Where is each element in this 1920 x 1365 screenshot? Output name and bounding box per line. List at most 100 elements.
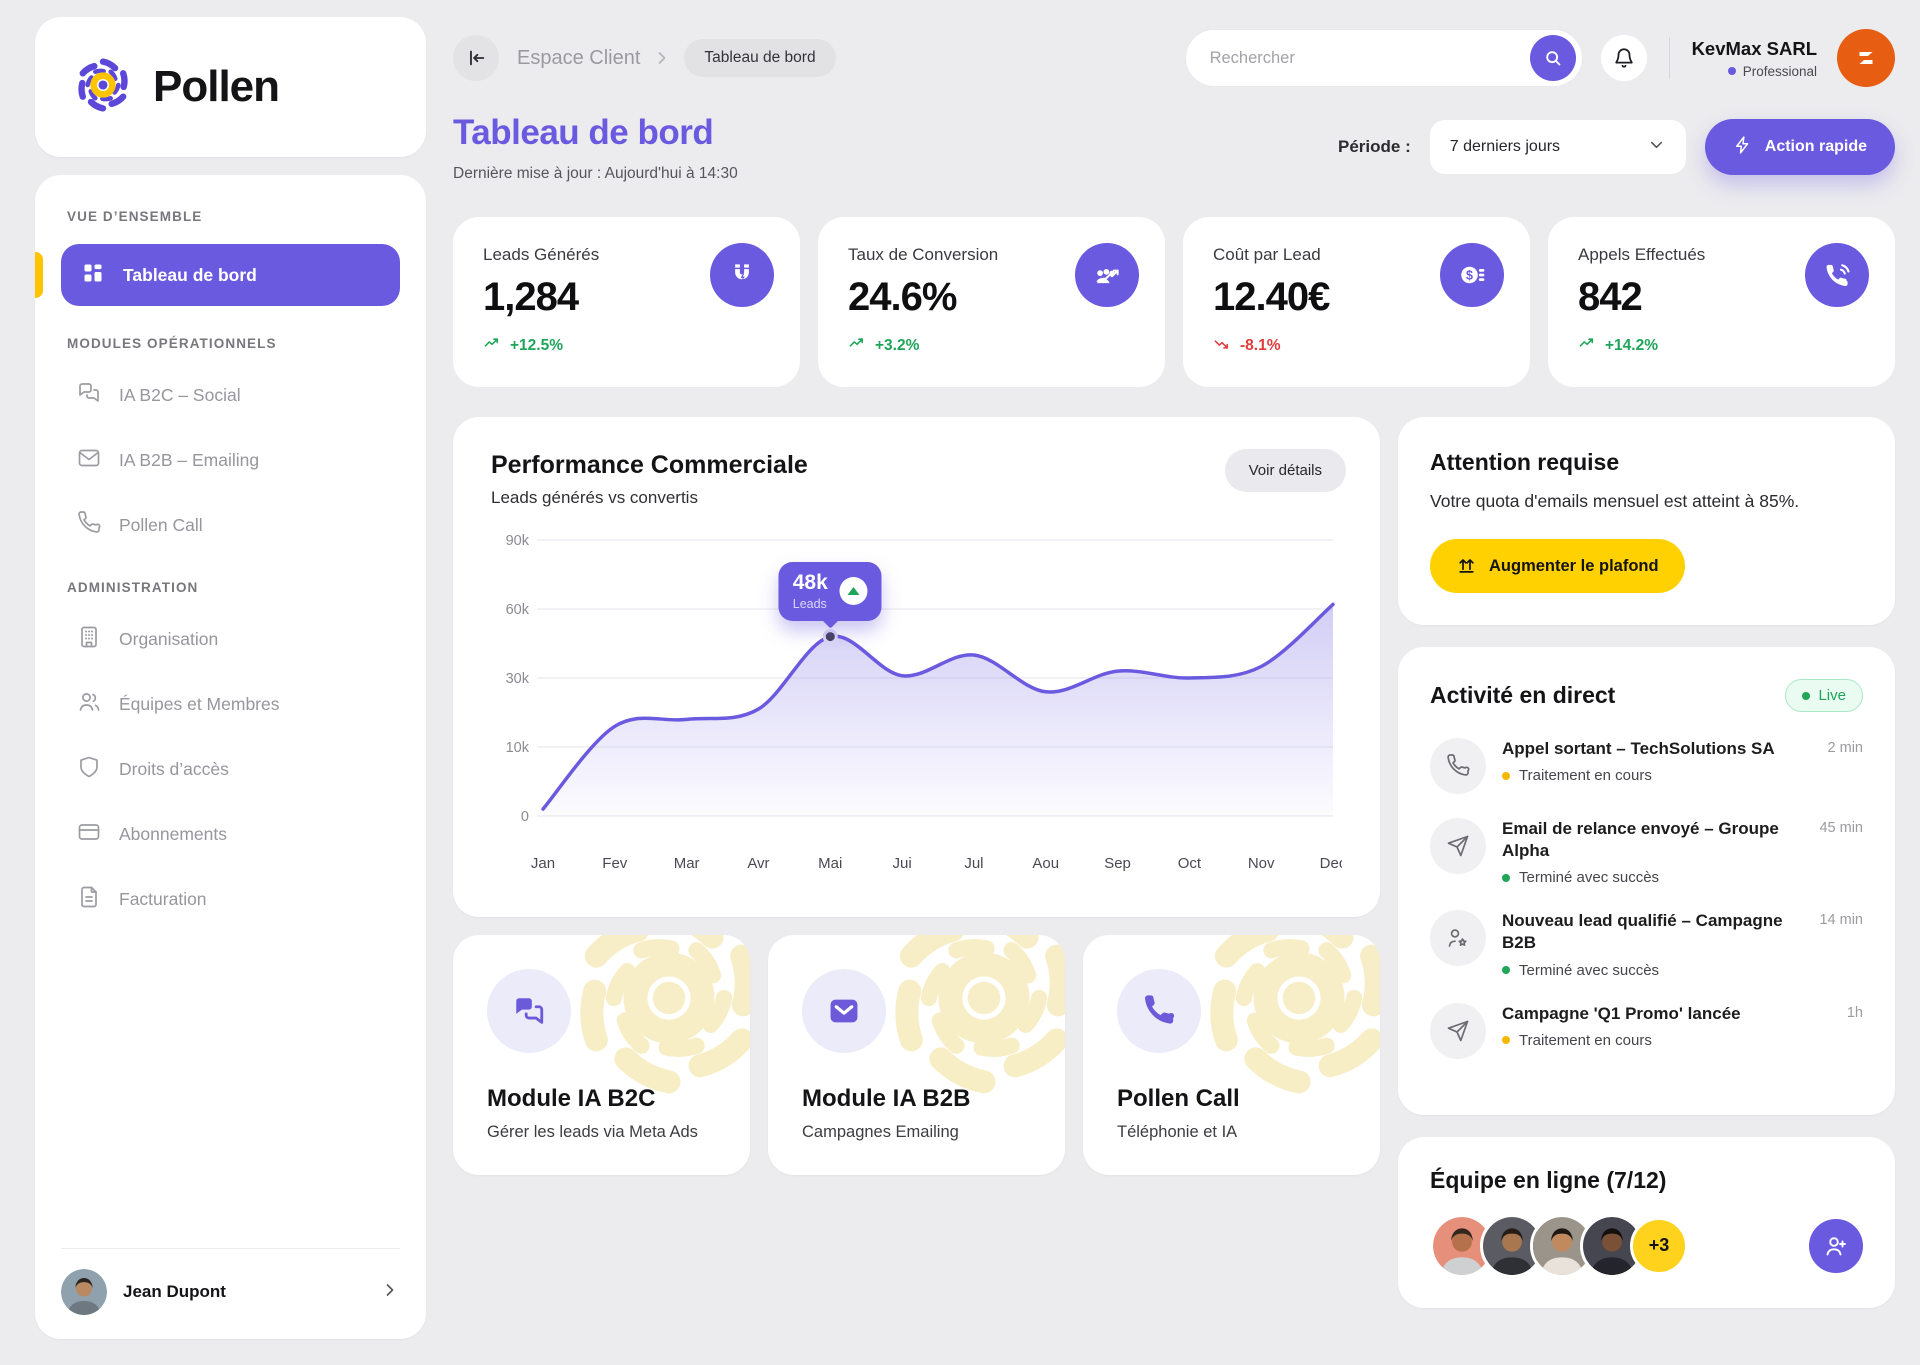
chat-icon xyxy=(487,969,571,1053)
sidebar-item-organisation[interactable]: Organisation xyxy=(61,615,400,664)
module-card-module-ia-b2b[interactable]: Module IA B2BCampagnes Emailing xyxy=(768,935,1065,1175)
breadcrumb-root[interactable]: Espace Client xyxy=(517,47,640,70)
kpi-card-appels-effectu-s: Appels Effectués842+14.2% xyxy=(1548,217,1895,387)
sidebar-item--quipes-et-membres[interactable]: Équipes et Membres xyxy=(61,680,400,729)
alert-message: Votre quota d'emails mensuel est atteint… xyxy=(1430,488,1860,515)
activity-list: Appel sortant – TechSolutions SA Traiteme… xyxy=(1430,738,1863,1058)
status-dot xyxy=(1502,772,1510,780)
module-title: Pollen Call xyxy=(1117,1085,1346,1113)
team-avatars xyxy=(1430,1214,1630,1278)
grid-icon xyxy=(81,261,105,290)
sidebar-item-facturation[interactable]: Facturation xyxy=(61,875,400,924)
trend-down-icon xyxy=(1213,334,1232,358)
sidebar-item-ia-b2b-emailing[interactable]: IA B2B – Emailing xyxy=(61,436,400,485)
trend-up-icon xyxy=(848,334,867,358)
sidebar-user-row[interactable]: Jean Dupont xyxy=(61,1248,400,1315)
raise-limit-button[interactable]: Augmenter le plafond xyxy=(1430,539,1685,593)
kpi-delta: +3.2% xyxy=(848,334,1135,358)
sidebar-item-label: Équipes et Membres xyxy=(119,694,280,715)
kpi-card-leads-g-n-r-s: Leads Générés1,284+12.5% xyxy=(453,217,800,387)
tooltip-label: Leads xyxy=(793,597,828,611)
sidebar-item-ia-b2c-social[interactable]: IA B2C – Social xyxy=(61,371,400,420)
svg-text:60k: 60k xyxy=(506,602,530,618)
module-subtitle: Téléphonie et IA xyxy=(1117,1123,1346,1142)
shield-icon xyxy=(77,755,101,784)
sidebar-item-droits-d-acc-s[interactable]: Droits d’accès xyxy=(61,745,400,794)
phone-icon xyxy=(1430,738,1486,794)
phone-icon xyxy=(77,511,101,540)
search-button[interactable] xyxy=(1530,35,1576,81)
status-dot xyxy=(1502,966,1510,974)
phone-wave-icon xyxy=(1805,243,1869,307)
module-subtitle: Campagnes Emailing xyxy=(802,1123,1031,1142)
add-member-button[interactable] xyxy=(1809,1219,1863,1273)
sidebar-item-tableau-de-bord[interactable]: Tableau de bord xyxy=(61,244,400,306)
sidebar-item-abonnements[interactable]: Abonnements xyxy=(61,810,400,859)
activity-item: Email de relance envoyé – Groupe AlphaTe… xyxy=(1430,818,1863,886)
status-dot xyxy=(1502,874,1510,882)
activity-item-time: 1h xyxy=(1847,1005,1863,1059)
sidebar-item-label: Pollen Call xyxy=(119,515,203,536)
pollen-flower-icon xyxy=(71,53,135,122)
nav-section-label: ADMINISTRATION xyxy=(67,580,394,595)
period-select[interactable]: 7 derniers jours xyxy=(1429,119,1687,175)
search-input[interactable] xyxy=(1210,49,1530,68)
svg-text:Sep: Sep xyxy=(1104,855,1131,872)
breadcrumb-current[interactable]: Tableau de bord xyxy=(684,39,835,77)
activity-item: Campagne 'Q1 Promo' lancée Traitement en … xyxy=(1430,1003,1863,1059)
divider xyxy=(1669,37,1670,79)
activity-item-title: Campagne 'Q1 Promo' lancée xyxy=(1502,1003,1831,1025)
team-card: Équipe en ligne (7/12) +3 xyxy=(1398,1137,1895,1308)
module-card-module-ia-b2c[interactable]: Module IA B2CGérer les leads via Meta Ad… xyxy=(453,935,750,1175)
svg-text:10k: 10k xyxy=(506,740,530,756)
activity-item-status: Traitement en cours xyxy=(1502,1032,1831,1049)
notifications-button[interactable] xyxy=(1601,35,1647,81)
more-members-badge[interactable]: +3 xyxy=(1630,1217,1688,1275)
chevron-right-icon xyxy=(380,1280,400,1305)
sidebar-item-label: Droits d’accès xyxy=(119,759,229,780)
double-up-arrow-icon xyxy=(1456,553,1477,579)
chart-area: 90k60k30k10k0JanFevMarAvrMaiJuiJulAouSep… xyxy=(491,524,1342,885)
kpi-delta: +12.5% xyxy=(483,334,770,358)
magnet-icon xyxy=(710,243,774,307)
trend-up-icon xyxy=(483,334,502,358)
sidebar-item-pollen-call[interactable]: Pollen Call xyxy=(61,501,400,550)
sidebar-item-label: Abonnements xyxy=(119,824,227,845)
back-button[interactable] xyxy=(453,35,499,81)
activity-item-title: Email de relance envoyé – Groupe Alpha xyxy=(1502,818,1803,862)
svg-text:Fev: Fev xyxy=(602,855,628,872)
users-icon xyxy=(77,690,101,719)
org-avatar[interactable] xyxy=(1837,29,1895,87)
chart-tooltip: 48k Leads xyxy=(779,562,882,621)
svg-text:0: 0 xyxy=(521,809,529,825)
svg-text:30k: 30k xyxy=(506,671,530,687)
activity-item-title: Appel sortant – TechSolutions SA xyxy=(1502,738,1812,760)
mail-icon xyxy=(802,969,886,1053)
details-button[interactable]: Voir détails xyxy=(1225,449,1346,492)
plan-label: Professional xyxy=(1743,64,1817,79)
activity-title: Activité en direct xyxy=(1430,682,1615,709)
company-name: KevMax SARL xyxy=(1692,38,1817,60)
plan-dot xyxy=(1728,67,1736,75)
svg-text:Nov: Nov xyxy=(1248,855,1275,872)
account-info[interactable]: KevMax SARL Professional xyxy=(1692,38,1817,79)
group-growth-icon xyxy=(1075,243,1139,307)
svg-text:$: $ xyxy=(1466,268,1473,282)
svg-text:Aou: Aou xyxy=(1032,855,1059,872)
invoice-icon xyxy=(77,885,101,914)
activity-item-time: 2 min xyxy=(1828,740,1863,794)
send-icon xyxy=(1430,1003,1486,1059)
credit-card-icon xyxy=(77,820,101,849)
main: Espace Client Tableau de bord KevMax SAR… xyxy=(453,17,1895,1308)
alert-title: Attention requise xyxy=(1430,449,1863,476)
search-bar[interactable] xyxy=(1185,29,1583,87)
chevron-right-icon xyxy=(652,48,672,68)
chart-title: Performance Commerciale xyxy=(491,451,1342,480)
kpi-card-co-t-par-lead: Coût par Lead12.40€-8.1%$ xyxy=(1183,217,1530,387)
user-name: Jean Dupont xyxy=(123,1282,226,1302)
svg-text:Jul: Jul xyxy=(964,855,983,872)
module-card-pollen-call[interactable]: Pollen Call Téléphonie et IA xyxy=(1083,935,1380,1175)
svg-text:Avr: Avr xyxy=(747,855,769,872)
performance-chart-svg[interactable]: 90k60k30k10k0JanFevMarAvrMaiJuiJulAouSep… xyxy=(491,524,1342,880)
quick-action-button[interactable]: Action rapide xyxy=(1705,119,1895,175)
